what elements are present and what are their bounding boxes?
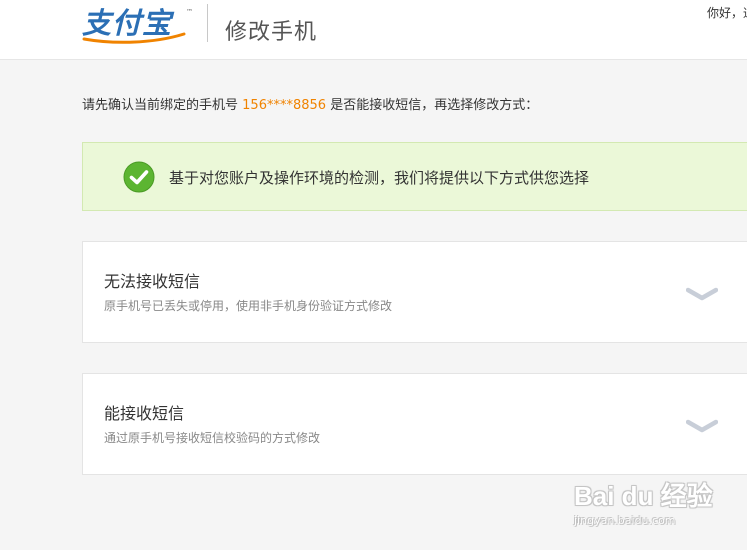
option-cannot-receive-sms[interactable]: 无法接收短信 原手机号已丢失或停用，使用非手机身份验证方式修改 [82,241,747,343]
option-description: 原手机号已丢失或停用，使用非手机身份验证方式修改 [104,299,393,313]
header-divider [207,4,208,42]
user-greeting: 你好，通 [707,6,747,20]
page-header: 支付宝 ™ 修改手机 你好，通 [0,0,747,60]
confirm-phone-text: 请先确认当前绑定的手机号 156****8856 是否能接收短信，再选择修改方式… [82,94,538,113]
logo-swoosh-icon [82,32,186,44]
notice-text: 基于对您账户及操作环境的检测，我们将提供以下方式供您选择 [169,169,590,187]
option-description: 通过原手机号接收短信校验码的方式修改 [104,431,321,445]
option-title: 能接收短信 [104,404,185,423]
watermark-url: jingyan.baidu.com [574,514,676,527]
confirm-suffix: 是否能接收短信，再选择修改方式： [330,98,539,113]
alipay-logo[interactable]: 支付宝 ™ [82,6,196,44]
check-circle-icon [123,161,155,193]
chevron-down-icon[interactable] [686,418,718,434]
option-title: 无法接收短信 [104,272,201,291]
page-title: 修改手机 [225,20,318,45]
logo-trademark: ™ [186,8,193,16]
option-can-receive-sms[interactable]: 能接收短信 通过原手机号接收短信校验码的方式修改 [82,373,747,475]
watermark-main: Bai du 经验 [574,481,713,511]
detection-notice: 基于对您账户及操作环境的检测，我们将提供以下方式供您选择 [82,142,747,211]
chevron-down-icon[interactable] [686,286,718,302]
baidu-jingyan-watermark: Bai du 经验 jingyan.baidu.com [570,470,740,540]
bound-phone-number: 156****8856 [242,98,327,113]
confirm-prefix: 请先确认当前绑定的手机号 [82,98,239,113]
